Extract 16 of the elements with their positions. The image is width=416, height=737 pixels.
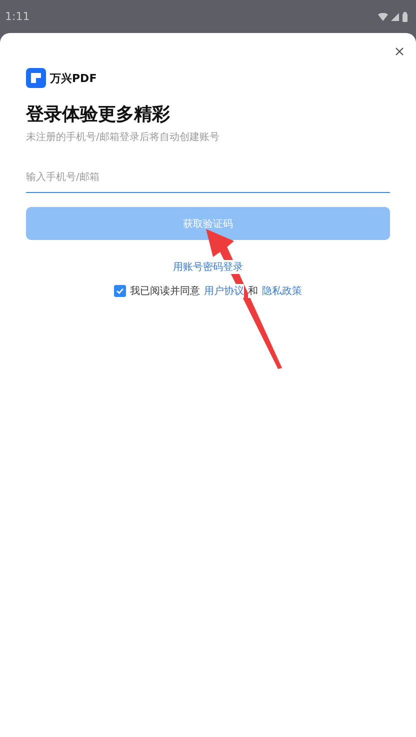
wifi-icon: [378, 12, 388, 20]
status-time: 1:11: [5, 10, 30, 23]
user-agreement-link[interactable]: 用户协议: [204, 284, 244, 298]
logo-icon: [26, 68, 46, 88]
password-login-link[interactable]: 用账号密码登录: [173, 260, 243, 274]
signal-icon: [391, 12, 399, 20]
battery-icon: [402, 12, 408, 22]
close-button[interactable]: [393, 45, 406, 58]
login-subtitle: 未注册的手机号/邮箱登录后将自动创建账号: [26, 130, 220, 144]
privacy-policy-link[interactable]: 隐私政策: [262, 284, 302, 298]
close-icon: [395, 47, 404, 56]
login-title: 登录体验更多精彩: [26, 103, 171, 126]
agreement-joiner: 和: [248, 284, 258, 298]
agreement-text: 我已阅读并同意: [130, 284, 200, 298]
brand-name: 万兴PDF: [50, 70, 97, 86]
agree-checkbox[interactable]: [114, 285, 126, 297]
